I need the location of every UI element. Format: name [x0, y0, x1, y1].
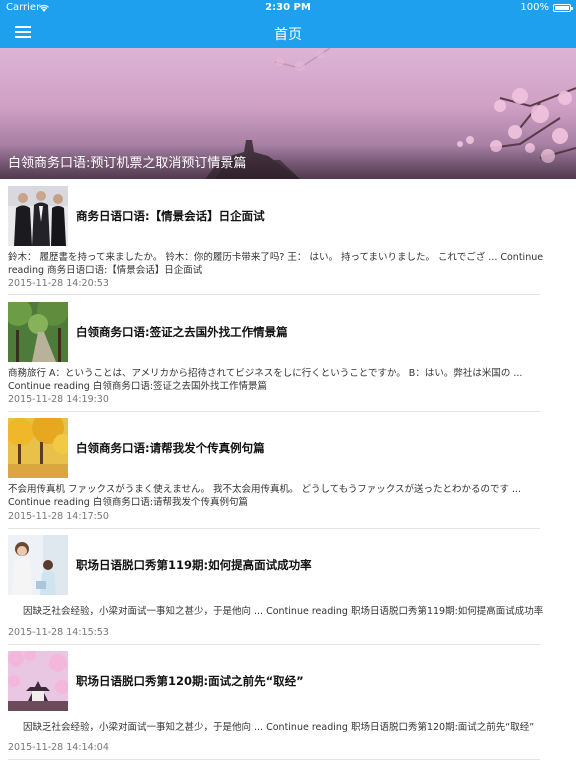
article-thumbnail: [8, 186, 68, 246]
article-title: 白领商务口语:签证之去国外找工作情景篇: [76, 325, 288, 339]
battery-icon: [553, 4, 573, 12]
battery-percent: 100%: [520, 2, 549, 13]
article-thumbnail: [8, 535, 68, 595]
article-title: 职场日语脱口秀第120期:面试之前先“取经”: [76, 674, 304, 688]
green-path-image: [8, 302, 68, 362]
nav-bar: 首页: [0, 17, 576, 48]
divider: [8, 644, 540, 645]
article-title: 职场日语脱口秀第119期:如何提高面试成功率: [76, 558, 312, 572]
divider: [8, 294, 540, 295]
office-women-image: [8, 535, 68, 595]
article-thumbnail: [8, 651, 68, 711]
article-date: 2015-11-28 14:19:30: [8, 394, 109, 405]
divider: [8, 411, 540, 412]
status-bar: Carrier 2:30 PM 100%: [0, 0, 576, 17]
article-thumbnail: [8, 418, 68, 478]
article-snippet: 鈴木： 履歴書を持って来ましたか。 铃木：你的履历卡带来了吗? 王： はい。 持…: [8, 252, 544, 276]
article-thumbnail: [8, 302, 68, 362]
article-snippet: 因缺乏社会经验，小梁对面试一事知之甚少，于是他向 ... Continue re…: [23, 606, 544, 617]
divider: [8, 528, 540, 529]
article-snippet: 商務旅行 A：ということは、アメリカから招待されてビジネスをしに行くということで…: [8, 368, 523, 392]
page-title: 首页: [274, 27, 302, 43]
castle-blossom-image: [8, 651, 68, 711]
article-snippet: 因缺乏社会经验，小梁对面试一事知之甚少，于是他向 ... Continue re…: [23, 722, 535, 733]
autumn-trees-image: [8, 418, 68, 478]
divider: [8, 759, 540, 760]
article-date: 2015-11-28 14:20:53: [8, 278, 109, 289]
business-people-image: [8, 186, 68, 246]
article-title: 白领商务口语:请帮我发个传真例句篇: [76, 441, 265, 455]
article-date: 2015-11-28 14:14:04: [8, 742, 109, 753]
status-time: 2:30 PM: [265, 2, 311, 13]
article-snippet: 不会用传真机 ファックスがうまく使えません。 我不太会用传真机。 どうしてもうフ…: [8, 484, 522, 508]
hero-caption: 白领商务口语:预订机票之取消预订情景篇: [8, 156, 247, 171]
hero-banner[interactable]: 白领商务口语:预订机票之取消预订情景篇: [0, 48, 576, 179]
article-date: 2015-11-28 14:15:53: [8, 627, 109, 638]
article-date: 2015-11-28 14:17:50: [8, 511, 109, 522]
article-title: 商务日语口语:【情景会话】日企面试: [76, 209, 265, 223]
